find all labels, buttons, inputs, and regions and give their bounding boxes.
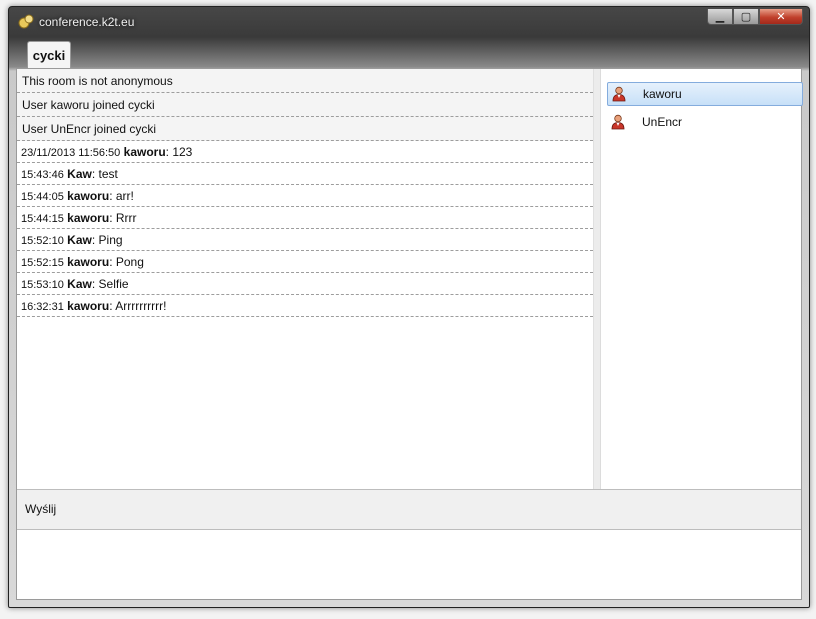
chat-message: 23/11/2013 11:56:50 kaworu: 123 [17, 141, 593, 163]
close-button[interactable]: ✕ [759, 9, 803, 25]
message-text: 123 [169, 145, 193, 159]
message-time: 15:52:10 [21, 235, 64, 247]
tab-cycki[interactable]: cycki [27, 41, 71, 69]
message-nick: kaworu [123, 145, 166, 159]
user-icon [612, 86, 626, 102]
message-text: test [95, 167, 118, 181]
user-name: kaworu [643, 87, 682, 101]
message-time: 15:43:46 [21, 169, 64, 181]
message-nick: Kaw [67, 167, 92, 181]
send-bar: Wyślij [17, 489, 801, 530]
message-nick: kaworu [67, 255, 110, 269]
message-text: Rrrr [112, 211, 137, 225]
message-nick: kaworu [67, 299, 110, 313]
chat-message: 15:44:15 kaworu: Rrrr [17, 207, 593, 229]
message-time: 15:53:10 [21, 279, 64, 291]
message-text: Pong [112, 255, 144, 269]
chat-content: This room is not anonymous User kaworu j… [16, 68, 803, 600]
user-name: UnEncr [642, 115, 683, 129]
send-button[interactable]: Wyślij [25, 502, 56, 516]
status-message: User UnEncr joined cycki [17, 117, 593, 141]
title-bar[interactable]: conference.k2t.eu ▁ ▢ ✕ [9, 7, 809, 37]
chat-message: 15:44:05 kaworu: arr! [17, 185, 593, 207]
chat-message: 16:32:31 kaworu: Arrrrrrrrrr! [17, 295, 593, 317]
status-message: User kaworu joined cycki [17, 93, 593, 117]
message-time: 15:44:05 [21, 191, 64, 203]
window-controls: ▁ ▢ ✕ [707, 9, 803, 25]
pane-splitter[interactable] [593, 69, 601, 489]
message-time: 15:52:15 [21, 257, 64, 269]
message-nick: kaworu [67, 211, 110, 225]
chat-message: 15:43:46 Kaw: test [17, 163, 593, 185]
chat-message: 15:52:10 Kaw: Ping [17, 229, 593, 251]
message-time: 15:44:15 [21, 213, 64, 225]
message-text: Selfie [95, 277, 129, 291]
message-text: Ping [95, 233, 123, 247]
message-text: Arrrrrrrrrr! [112, 299, 167, 313]
message-nick: Kaw [67, 277, 92, 291]
user-icon [611, 114, 625, 130]
chat-window: conference.k2t.eu ▁ ▢ ✕ cycki This room … [8, 6, 810, 608]
message-time: 16:32:31 [21, 301, 64, 313]
message-text: arr! [112, 189, 134, 203]
message-input[interactable] [17, 530, 801, 599]
message-list[interactable]: This room is not anonymous User kaworu j… [17, 69, 593, 489]
minimize-button[interactable]: ▁ [707, 9, 733, 25]
maximize-button[interactable]: ▢ [733, 9, 759, 25]
message-nick: Kaw [67, 233, 92, 247]
message-time: 23/11/2013 11:56:50 [21, 147, 121, 159]
app-icon [18, 14, 34, 29]
window-title: conference.k2t.eu [39, 15, 135, 29]
chat-message: 15:53:10 Kaw: Selfie [17, 273, 593, 295]
status-message: This room is not anonymous [17, 69, 593, 93]
chat-message: 15:52:15 kaworu: Pong [17, 251, 593, 273]
user-item-unencr[interactable]: UnEncr [607, 110, 803, 134]
user-item-kaworu[interactable]: kaworu [607, 82, 803, 106]
message-nick: kaworu [67, 189, 110, 203]
user-list: kaworu UnEncr [601, 69, 803, 489]
